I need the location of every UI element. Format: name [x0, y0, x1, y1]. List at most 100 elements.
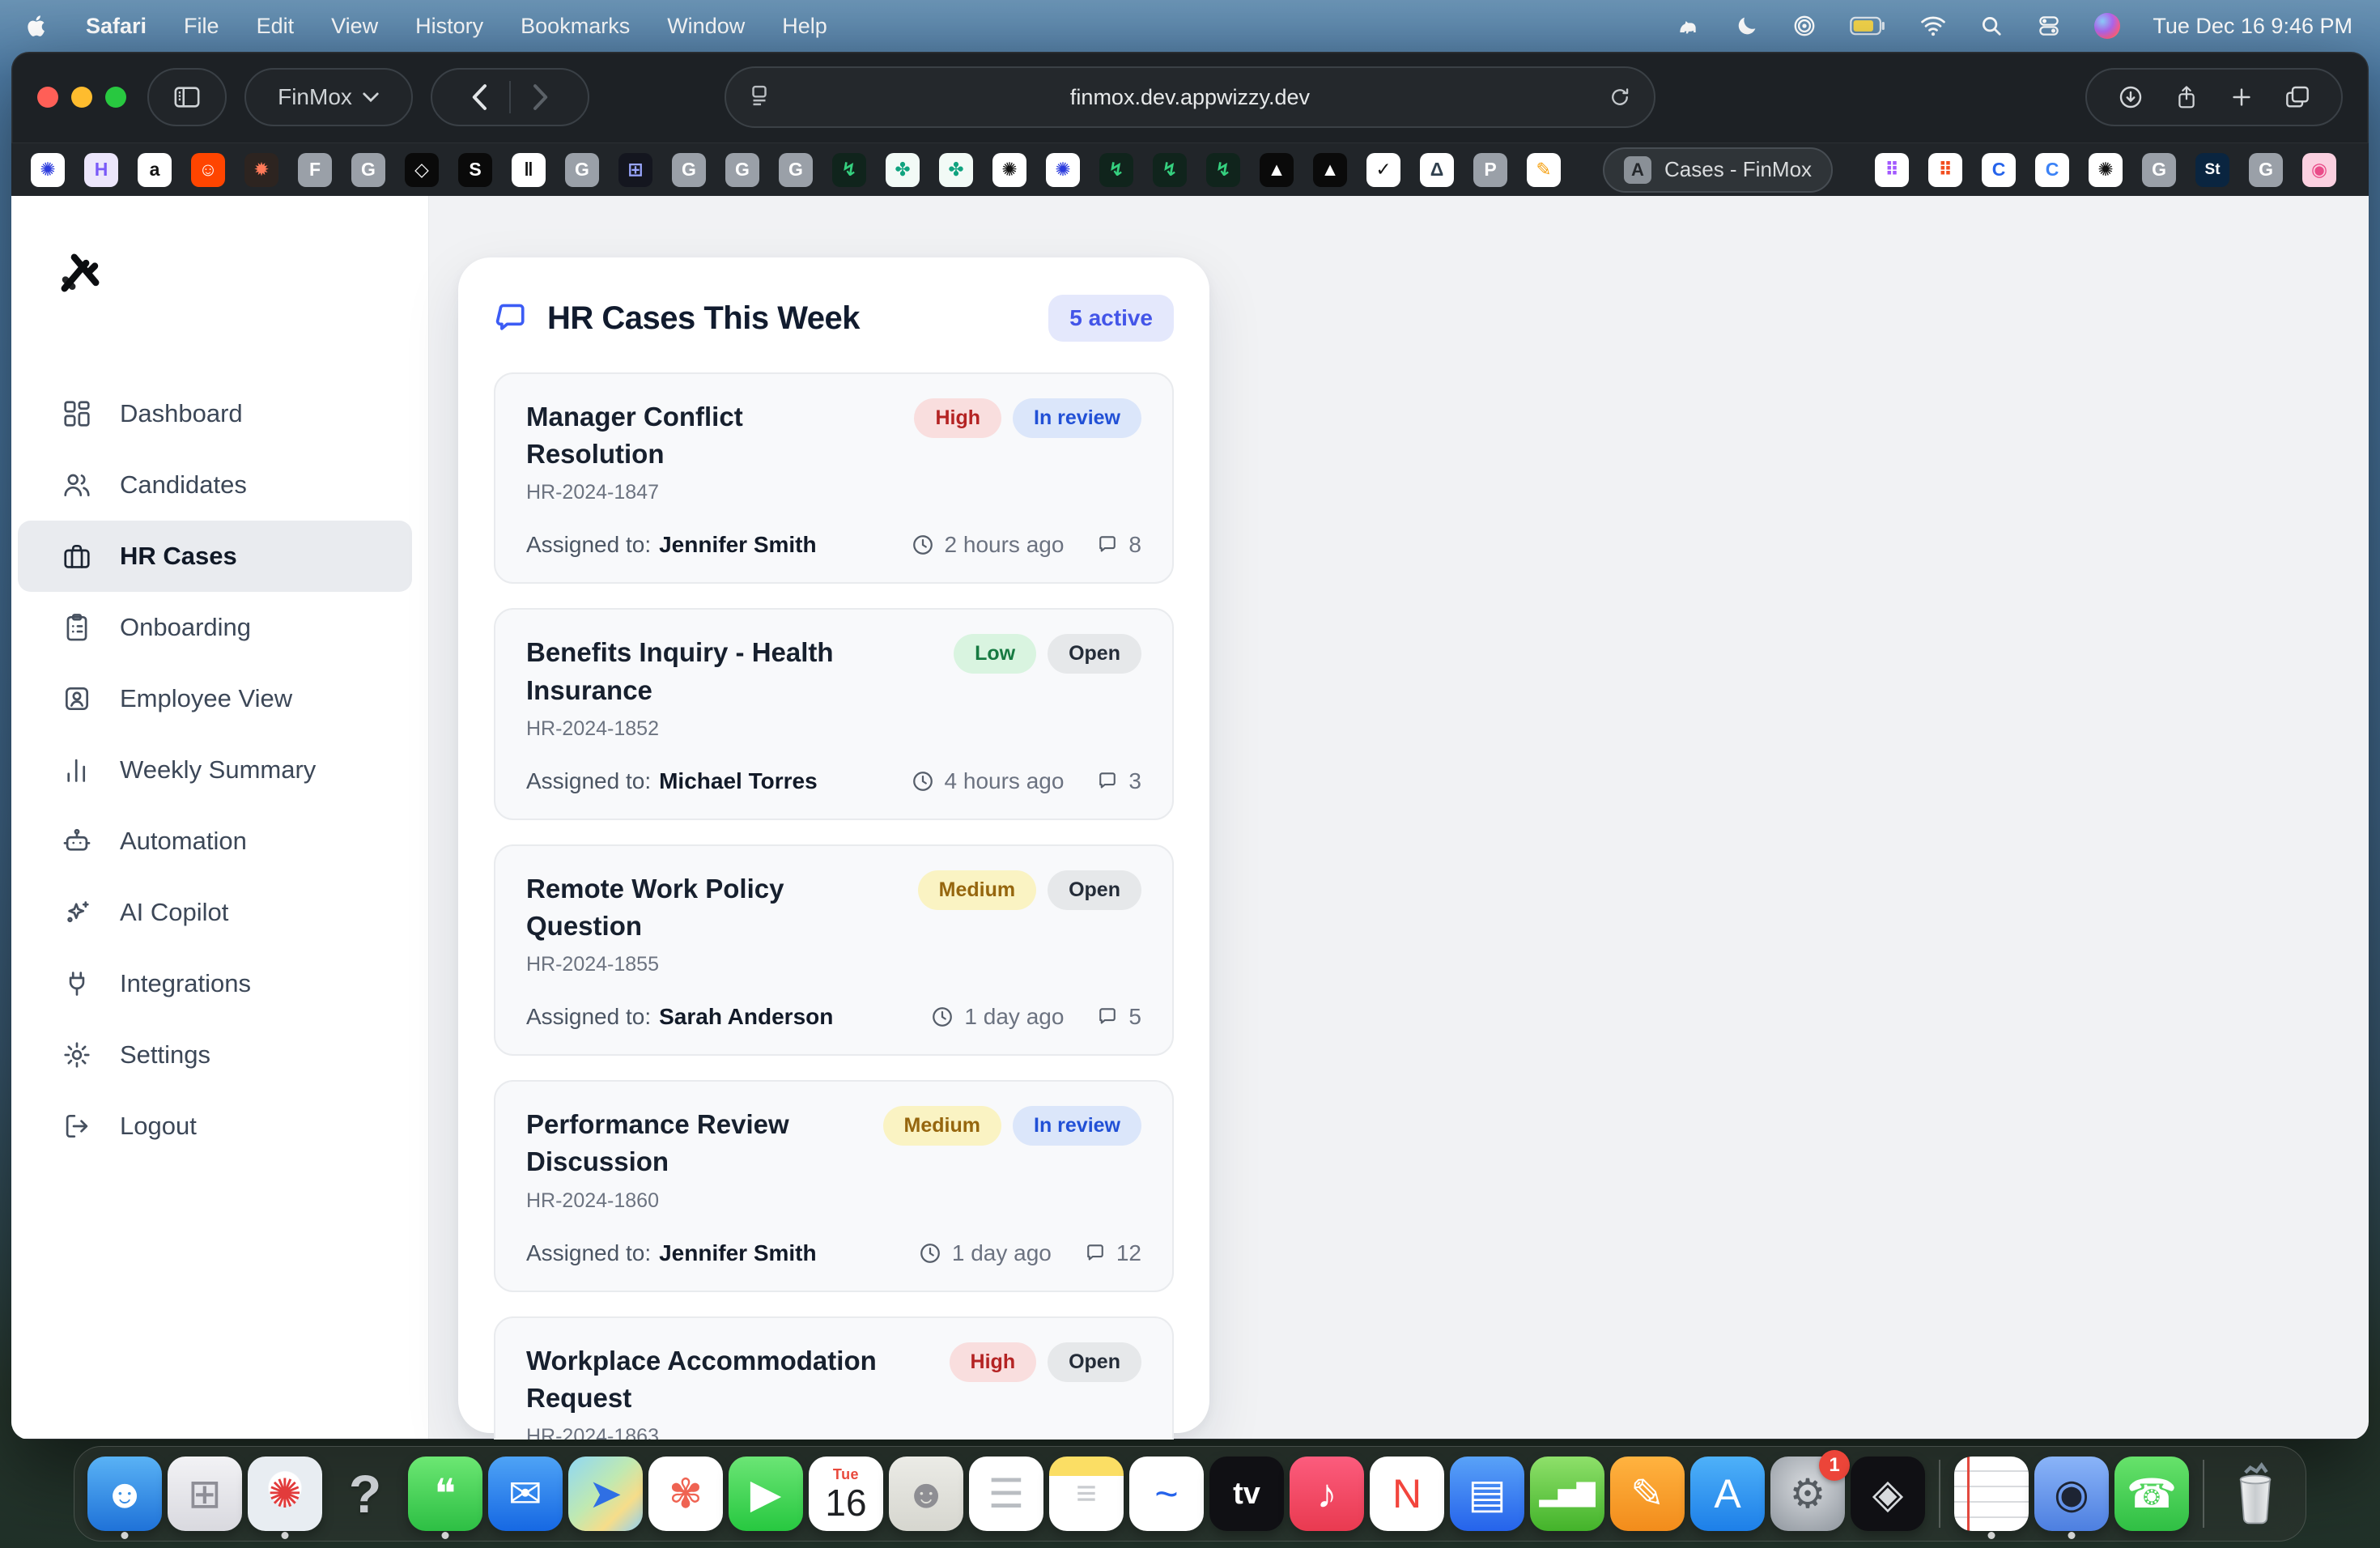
dock-trash-icon[interactable]	[2218, 1457, 2293, 1531]
page-format-icon[interactable]	[749, 85, 770, 109]
sidebar-item-ai-copilot[interactable]: AI Copilot	[18, 877, 412, 948]
favorite-bolt-green-icon[interactable]: ↯	[1153, 153, 1187, 187]
favorite-openai-blue-icon[interactable]: ✺	[31, 153, 65, 187]
menu-clock[interactable]: Tue Dec 16 9:46 PM	[2153, 14, 2352, 39]
favorite-g-gray-icon[interactable]: G	[565, 153, 599, 187]
apple-menu-icon[interactable]	[28, 14, 49, 38]
favorite-g-gray-icon[interactable]: G	[2249, 153, 2283, 187]
sidebar-item-weekly-summary[interactable]: Weekly Summary	[18, 734, 412, 806]
menu-item[interactable]: Help	[782, 14, 827, 39]
dock-safari-icon[interactable]: ✺	[248, 1457, 322, 1531]
battery-icon[interactable]	[1850, 16, 1887, 36]
active-tab[interactable]: A Cases - FinMox	[1603, 147, 1833, 193]
menu-app-name[interactable]: Safari	[86, 14, 147, 39]
menu-item[interactable]: Bookmarks	[521, 14, 630, 39]
control-center-icon[interactable]	[2036, 14, 2062, 38]
tab-overview-button[interactable]	[2284, 85, 2310, 109]
favorite-pause-white-icon[interactable]: ‖	[512, 153, 546, 187]
new-tab-button[interactable]	[2229, 85, 2254, 109]
dock-phone-icon[interactable]: ☎	[2114, 1457, 2189, 1531]
dock-photos-icon[interactable]: ✾	[648, 1457, 723, 1531]
dock-finder-icon[interactable]: ☻	[87, 1457, 162, 1531]
back-button[interactable]	[470, 83, 488, 111]
favorite-figma-icon[interactable]: ⠿	[1928, 153, 1962, 187]
dock-keynote-icon[interactable]: ▤	[1450, 1457, 1524, 1531]
minimize-window-button[interactable]	[71, 87, 92, 108]
dock-mail-icon[interactable]: ✉	[488, 1457, 563, 1531]
favorite-hubspot-icon[interactable]: ✹	[244, 153, 278, 187]
case-card[interactable]: Performance Review DiscussionMediumIn re…	[494, 1080, 1174, 1291]
case-card[interactable]: Remote Work Policy QuestionMediumOpenHR-…	[494, 844, 1174, 1056]
case-card[interactable]: Manager Conflict ResolutionHighIn review…	[494, 372, 1174, 584]
favorite-pen-color-icon[interactable]: ✎	[1527, 153, 1561, 187]
address-bar[interactable]: finmox.dev.appwizzy.dev	[725, 66, 1655, 128]
airdrop-icon[interactable]	[1791, 13, 1817, 39]
sidebar-item-automation[interactable]: Automation	[18, 806, 412, 877]
favorite-p-gray-icon[interactable]: P	[1473, 153, 1507, 187]
spotlight-icon[interactable]	[1979, 14, 2004, 38]
zoom-window-button[interactable]	[105, 87, 126, 108]
favorite-openai-spiral-icon[interactable]: ✺	[2089, 153, 2123, 187]
downloads-button[interactable]	[2118, 84, 2144, 110]
wifi-icon[interactable]	[1919, 15, 1947, 37]
favorite-figma-icon[interactable]: ⠿	[1875, 153, 1909, 187]
dock-music-icon[interactable]: ♪	[1290, 1457, 1364, 1531]
dock-app-store-icon[interactable]: A	[1690, 1457, 1765, 1531]
favorite-s-black-icon[interactable]: S	[458, 153, 492, 187]
dock-calendar-icon[interactable]: Tue16	[809, 1457, 883, 1531]
favorite-openai-black-icon[interactable]: ✺	[992, 153, 1026, 187]
case-card[interactable]: Workplace Accommodation RequestHighOpenH…	[494, 1316, 1174, 1440]
dock-maps-icon[interactable]: ➤	[568, 1457, 643, 1531]
favorite-spiral-green-icon[interactable]: ✤	[886, 153, 920, 187]
sidebar-item-dashboard[interactable]: Dashboard	[18, 378, 412, 449]
menu-item[interactable]: File	[184, 14, 219, 39]
profile-menu-button[interactable]: FinMox	[244, 68, 413, 126]
menu-item[interactable]: Edit	[257, 14, 295, 39]
favorite-c-blue-icon[interactable]: C	[1982, 153, 2016, 187]
favorite-spiral-green-icon[interactable]: ✤	[939, 153, 973, 187]
menu-item[interactable]: View	[331, 14, 378, 39]
dock-notes-icon[interactable]: ≡	[1049, 1457, 1124, 1531]
favorite-openai-blue-icon[interactable]: ✺	[1046, 153, 1080, 187]
sidebar-item-candidates[interactable]: Candidates	[18, 449, 412, 521]
favorite-g-gray-icon[interactable]: G	[2142, 153, 2176, 187]
favorite-amazon-icon[interactable]: a	[138, 153, 172, 187]
favorite-g-gray-icon[interactable]: G	[725, 153, 759, 187]
siri-icon[interactable]	[2094, 13, 2120, 39]
favorite-diamond-black-icon[interactable]: ◇	[405, 153, 439, 187]
dock-numbers-icon[interactable]: ▂▅▇	[1530, 1457, 1604, 1531]
favorite-h-purple-icon[interactable]: H	[84, 153, 118, 187]
favorite-stripe-st-icon[interactable]: St	[2195, 153, 2229, 187]
forward-button[interactable]	[532, 83, 550, 111]
menu-item[interactable]: History	[415, 14, 483, 39]
favorite-bolt-green-icon[interactable]: ↯	[832, 153, 866, 187]
favorite-g-gray-icon[interactable]: G	[779, 153, 813, 187]
dock-pages-icon[interactable]: ✎	[1610, 1457, 1685, 1531]
app-silhouette-icon[interactable]	[1675, 13, 1702, 39]
sidebar-item-integrations[interactable]: Integrations	[18, 948, 412, 1019]
dock-freeform-icon[interactable]: ~	[1129, 1457, 1204, 1531]
favorite-grid-dark-icon[interactable]: ⊞	[618, 153, 652, 187]
dock-photo-booth-icon[interactable]: ◉	[2034, 1457, 2109, 1531]
favorite-bolt-green-icon[interactable]: ↯	[1099, 153, 1133, 187]
favorite-play-black-icon[interactable]: ▲	[1260, 153, 1294, 187]
dock-system-settings-icon[interactable]: ⚙1	[1770, 1457, 1845, 1531]
dock-facetime-icon[interactable]: ▶	[729, 1457, 803, 1531]
share-button[interactable]	[2174, 84, 2199, 110]
sidebar-item-employee-view[interactable]: Employee View	[18, 663, 412, 734]
dock-messages-icon[interactable]: ❝	[408, 1457, 482, 1531]
sidebar-item-onboarding[interactable]: Onboarding	[18, 592, 412, 663]
dock-textedit-icon[interactable]	[1954, 1457, 2029, 1531]
sidebar-item-logout[interactable]: Logout	[18, 1091, 412, 1162]
reload-icon[interactable]	[1609, 86, 1631, 108]
favorite-play-black-icon[interactable]: ▲	[1313, 153, 1347, 187]
case-card[interactable]: Benefits Inquiry - Health InsuranceLowOp…	[494, 608, 1174, 819]
dock-launchpad-icon[interactable]: ⊞	[168, 1457, 242, 1531]
favorite-g-gray-icon[interactable]: G	[672, 153, 706, 187]
favorite-c-blue-icon[interactable]: C	[2035, 153, 2069, 187]
favorite-swoosh-white-icon[interactable]: ✓	[1366, 153, 1400, 187]
favorite-reddit-icon[interactable]: ☺	[191, 153, 225, 187]
favorite-g-gray-icon[interactable]: G	[351, 153, 385, 187]
focus-moon-icon[interactable]	[1735, 14, 1759, 38]
favorite-sailboat-icon[interactable]: Δ	[1420, 153, 1454, 187]
